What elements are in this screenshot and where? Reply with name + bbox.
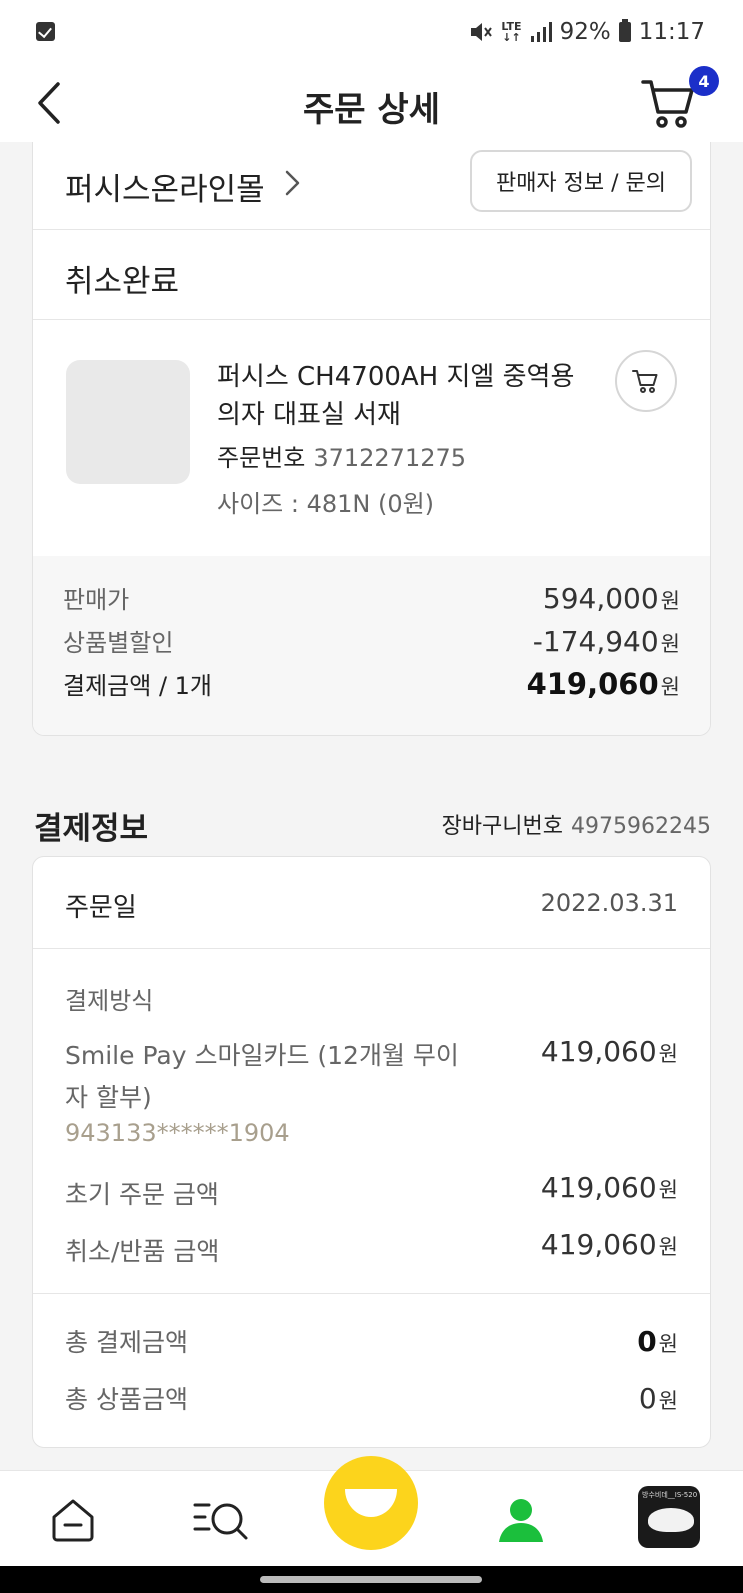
price-unit: 원	[660, 589, 680, 613]
price-label: 결제금액 / 1개	[63, 672, 213, 700]
add-to-cart-button[interactable]	[615, 350, 677, 412]
total-payment-row: 총 결제금액 0원	[65, 1323, 678, 1359]
page-title: 주문 상세	[303, 90, 440, 130]
amount-unit: 원	[658, 1332, 678, 1356]
initial-amount: 419,060원	[541, 1171, 678, 1204]
product-name[interactable]: 퍼시스 CH4700AH 지엘 중역용 의자 대표실 서재	[217, 358, 597, 434]
recent-item-thumbnail[interactable]: 방수비데__IS-520	[638, 1486, 700, 1548]
cart-count-badge: 4	[689, 66, 719, 96]
amount-unit: 원	[658, 1235, 678, 1259]
total-payment-label: 총 결제금액	[65, 1328, 188, 1357]
total-payment-value: 0	[637, 1325, 657, 1358]
price-row-total: 결제금액 / 1개 419,060원	[63, 666, 680, 701]
order-card: 퍼시스온라인몰 판매자 정보 / 문의 취소완료 퍼시스 CH4700AH 지엘…	[32, 142, 711, 736]
order-number-value: 3712271275	[313, 444, 467, 472]
status-bar: LTE ↓↑ 92% 11:17	[0, 0, 743, 64]
signal-icon	[530, 22, 552, 42]
total-product-value: 0	[638, 1382, 657, 1415]
battery-icon	[618, 19, 631, 42]
payment-section-title: 결제정보	[34, 811, 149, 847]
amount-value: 419,060	[540, 1228, 657, 1261]
amount-unit: 원	[658, 1389, 678, 1413]
cart-button[interactable]: 4	[639, 64, 719, 134]
price-row-sale: 판매가 594,000원	[63, 580, 680, 615]
seller-row: 퍼시스온라인몰 판매자 정보 / 문의	[33, 142, 710, 230]
initial-amount-label: 초기 주문 금액	[65, 1180, 219, 1209]
payment-method-amount: 419,060원	[541, 1035, 678, 1068]
cart-icon	[632, 370, 658, 393]
price-row-discount: 상품별할인 -174,940원	[63, 623, 680, 658]
app-header: 주문 상세 4	[0, 64, 743, 142]
order-status-row: 취소완료	[33, 230, 710, 320]
payment-method-label: 결제방식	[65, 987, 154, 1015]
home-icon	[52, 1499, 94, 1542]
cart-number: 장바구니번호 4975962245	[442, 808, 711, 840]
battery-percent: 92%	[559, 19, 611, 45]
price-value: -174,940	[532, 625, 659, 658]
cart-number-label: 장바구니번호	[441, 814, 564, 839]
smile-icon	[345, 1489, 397, 1517]
cancel-amount: 419,060원	[541, 1228, 678, 1261]
amount-value: 419,060	[540, 1171, 657, 1204]
divider	[33, 1293, 710, 1294]
product-image	[648, 1508, 694, 1532]
product-image[interactable]	[66, 360, 190, 484]
total-product-row: 총 상품금액 0원	[65, 1380, 678, 1416]
total-product-label: 총 상품금액	[65, 1385, 188, 1414]
order-date-row: 주문일 2022.03.31	[33, 857, 710, 949]
order-number: 주문번호 3712271275	[217, 438, 466, 473]
system-navigation-bar	[0, 1566, 743, 1593]
chevron-right-icon	[285, 170, 300, 196]
nav-my-page[interactable]	[486, 1485, 556, 1555]
price-value: 419,060	[526, 667, 659, 701]
clock: 11:17	[638, 19, 705, 45]
payment-method-desc: Smile Pay 스마일카드 (12개월 무이자 할부)	[65, 1041, 459, 1112]
amount-value: 419,060	[540, 1035, 657, 1068]
home-gesture-handle[interactable]	[260, 1576, 482, 1583]
recent-item-caption: 방수비데__IS-520	[642, 1491, 698, 1499]
cancel-amount-label: 취소/반품 금액	[65, 1237, 220, 1266]
price-unit: 원	[660, 632, 680, 656]
nav-smile-home[interactable]	[324, 1456, 418, 1550]
order-date-label: 주문일	[65, 893, 137, 923]
checkbox-notification-icon	[36, 22, 55, 41]
nav-home[interactable]	[38, 1485, 108, 1555]
seller-name-link[interactable]: 퍼시스온라인몰	[65, 164, 265, 209]
nav-search[interactable]	[186, 1485, 256, 1555]
amount-unit: 원	[658, 1178, 678, 1202]
price-unit: 원	[660, 675, 680, 699]
mute-icon	[471, 23, 493, 41]
search-list-icon	[193, 1503, 248, 1540]
price-label: 상품별할인	[63, 629, 174, 657]
order-date-value: 2022.03.31	[540, 889, 678, 917]
status-indicators: LTE ↓↑ 92% 11:17	[469, 16, 705, 48]
card-number: 943133******1904	[65, 1119, 290, 1147]
price-summary: 판매가 594,000원 상품별할인 -174,940원 결제금액 / 1개 4…	[33, 556, 710, 735]
order-status: 취소완료	[65, 264, 180, 300]
order-number-label: 주문번호	[217, 444, 306, 472]
cart-number-value: 4975962245	[571, 814, 711, 839]
profile-icon	[499, 1499, 543, 1542]
amount-unit: 원	[658, 1042, 678, 1066]
product-option: 사이즈 : 481N (0원)	[217, 490, 435, 518]
price-label: 판매가	[63, 586, 130, 614]
seller-info-button[interactable]: 판매자 정보 / 문의	[470, 150, 692, 212]
network-type: LTE ↓↑	[501, 20, 522, 44]
payment-card: 주문일 2022.03.31 결제방식 Smile Pay 스마일카드 (12개…	[32, 856, 711, 1448]
price-value: 594,000	[542, 582, 659, 615]
